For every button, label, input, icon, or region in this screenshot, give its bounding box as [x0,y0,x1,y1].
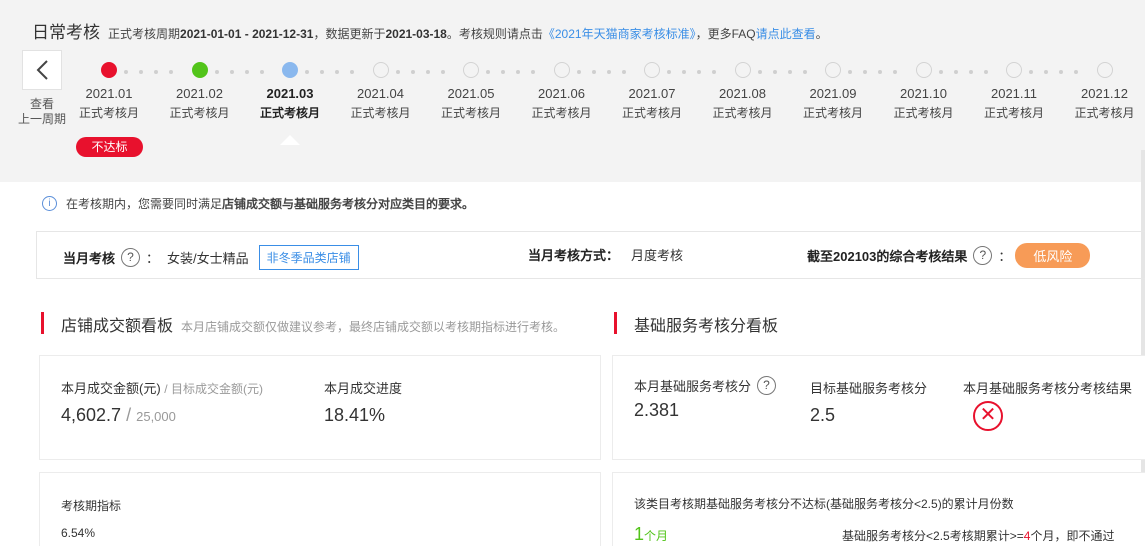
month-label: 2021.10 [900,86,947,101]
month-label: 2021.06 [538,86,585,101]
status-badge: 不达标 [76,137,143,157]
month-label: 2021.05 [447,86,495,101]
month-status-dot [1006,62,1022,78]
month-status-dot [644,62,660,78]
rule-link[interactable]: 《2021年天猫商家考核标准》 [543,27,696,41]
sales-board-header: 店铺成交额看板 本月店铺成交额仅做建议参考，最终店铺成交额以考核期指标进行考核。 [41,312,565,336]
month-label: 2021.12 [1081,86,1128,101]
faq-link[interactable]: 请点此查看 [756,27,816,41]
month-type: 正式考核月 [621,106,682,120]
month-type: 正式考核月 [1074,106,1135,120]
selected-month-indicator [280,135,300,145]
month-label: 2021.03 [266,86,314,101]
overall-result: 截至202103的综合考核结果 ? ： 低风险 [807,243,1091,268]
help-icon[interactable]: ? [757,376,777,395]
prev-period-label[interactable]: 查看 上一周期 [14,97,70,127]
month-type: 正式考核月 [259,106,320,120]
month-type: 正式考核月 [169,106,230,120]
month-label: 2021.07 [628,86,676,101]
period-indicator: 考核期指标 6.54% [61,499,122,540]
month-label: 2021.04 [357,86,404,101]
month-status-dot [553,62,570,78]
fail-x-icon: ✕ [973,401,1003,431]
month-label: 2021.11 [990,86,1038,101]
period-description: 正式考核周期2021-01-01 - 2021-12-31，数据更新于2021-… [108,27,828,41]
month-type: 正式考核月 [78,106,139,120]
period-timeline-panel: 日常考核 正式考核周期2021-01-01 - 2021-12-31，数据更新于… [0,0,1145,182]
info-icon: i [42,196,57,211]
chevron-left-icon [36,60,48,80]
month-type: 正式考核月 [440,106,501,120]
month-status-dot [1096,62,1113,78]
page-title: 日常考核 [32,23,100,42]
monthly-assessment: 当月考核 ? ： 女装/女士精品 非冬季品类店铺 [63,245,359,270]
assessment-bar: 当月考核 ? ： 女装/女士精品 非冬季品类店铺 当月考核方式： 月度考核 截至… [36,231,1145,279]
month-label: 2021.02 [176,86,223,101]
category-tag: 非冬季品类店铺 [258,245,359,270]
month-status-dot [101,62,117,78]
month-item[interactable]: 2021.12 正式考核月 [1060,62,1145,121]
help-icon[interactable]: ? [121,248,141,267]
target-score: 目标基础服务考核分 2.5 [810,381,928,425]
month-status-dot [191,62,208,78]
help-icon[interactable]: ? [973,246,993,265]
month-status-dot [734,62,751,78]
month-type: 正式考核月 [802,106,863,120]
month-status-dot [282,62,298,78]
risk-badge: 低风险 [1015,243,1091,268]
month-status-dot [372,62,389,78]
period-indicator-card: 考核期指标 6.54% [39,472,601,546]
monthly-score: 本月基础服务考核分? 2.381 [634,376,782,421]
assessment-method: 当月考核方式： 月度考核 [528,248,684,263]
fail-months: 该类目考核期基础服务考核分不达标(基础服务考核分<2.5)的累计月份数 1 个月… [634,497,1115,544]
monthly-progress: 本月成交进度 18.41% [324,381,403,425]
month-status-dot [825,62,841,78]
month-status-dot [915,62,932,78]
sales-metrics-card: 本月成交金额(元) / 目标成交金额(元) 4,602.7 / 25,000 本… [39,355,601,460]
month-type: 正式考核月 [350,106,411,120]
header: 日常考核 正式考核周期2021-01-01 - 2021-12-31，数据更新于… [32,18,828,43]
section-accent [614,312,617,334]
month-label: 2021.08 [719,86,766,101]
notice: i 在考核期内，您需要同时满足 店铺成交额与基础服务考核分对应类目的要求。 [42,195,474,212]
month-status-dot [463,62,479,78]
month-type: 正式考核月 [531,106,592,120]
month-label: 2021.09 [809,86,857,101]
monthly-amount: 本月成交金额(元) / 目标成交金额(元) 4,602.7 / 25,000 [61,381,263,425]
month-type: 正式考核月 [712,106,773,120]
month-label: 2021.01 [85,86,133,101]
fail-months-card: 该类目考核期基础服务考核分不达标(基础服务考核分<2.5)的累计月份数 1 个月… [612,472,1145,546]
service-board-header: 基础服务考核分看板 [614,312,786,336]
prev-period-button[interactable] [22,50,62,90]
section-accent [41,312,44,334]
service-metrics-card: 本月基础服务考核分? 2.381 目标基础服务考核分 2.5 本月基础服务考核分… [612,355,1145,460]
month-type: 正式考核月 [983,106,1044,120]
score-result: 本月基础服务考核分考核结果 ✕ [963,378,1132,431]
month-type: 正式考核月 [893,106,954,120]
